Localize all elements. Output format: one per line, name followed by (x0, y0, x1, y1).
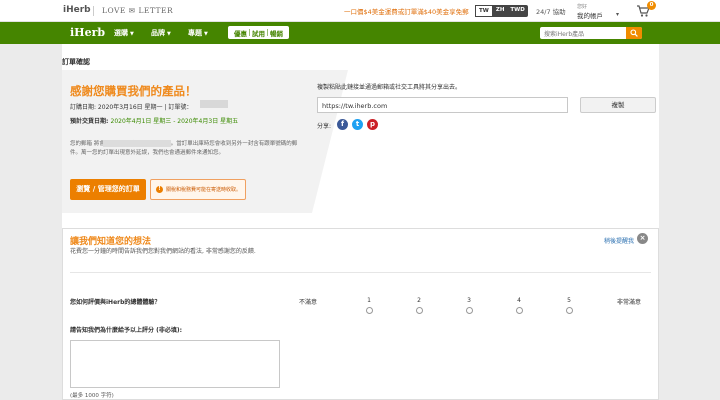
help-link[interactable]: 24/7 協助 (536, 6, 566, 16)
greeting: 您好 (577, 4, 588, 10)
chevron-down-icon[interactable]: ▾ (616, 11, 619, 18)
duties-notice-text: 關稅和稅務費可能在寄送時收取。 (166, 187, 242, 193)
nav-brands-label: 品牌 (151, 29, 165, 37)
info-icon: ! (156, 186, 163, 193)
order-number-redacted (200, 100, 228, 108)
search-icon (630, 29, 638, 37)
shipping-promo[interactable]: 一口價$4美金運費或訂單滿$40美金享免郵 (344, 6, 469, 16)
scale-number: 2 (417, 297, 421, 304)
nav-deals[interactable]: 優惠 (232, 28, 249, 38)
currency-twd[interactable]: TWD (507, 5, 527, 17)
cart-count-badge: 0 (647, 1, 656, 10)
love-letter-logo[interactable]: LOVE ✉ LETTER (102, 6, 173, 15)
survey-subtitle: 花費您一分鐘的時間告訴我們您對我們網站的看法, 非常感謝您的反饋. (70, 248, 256, 255)
iherb-logo[interactable]: iHerb (70, 26, 105, 39)
delivery-label: 預計交貨日期: (70, 118, 109, 125)
language-currency-selector[interactable]: TW ZH TWD (475, 5, 528, 17)
lang-zh[interactable]: ZH (493, 5, 508, 17)
nav-shop[interactable]: 選購 ▼ (114, 28, 134, 38)
scale-number: 5 (567, 297, 571, 304)
email-redacted (103, 140, 171, 147)
rating-radio-4[interactable] (516, 307, 523, 314)
nav-shop-label: 選購 (114, 29, 128, 37)
scale-number: 4 (517, 297, 521, 304)
iherb-logo-small[interactable]: iHerb (63, 5, 91, 15)
survey-divider (70, 272, 651, 273)
top-bar: iHerb LOVE ✉ LETTER 一口價$4美金運費或訂單滿$40美金享免… (0, 0, 720, 22)
nav-bestsellers[interactable]: 暢銷 (268, 28, 285, 38)
rating-radio-5[interactable] (566, 307, 573, 314)
chevron-down-icon: ▼ (204, 31, 208, 37)
share-label: 分享: (317, 123, 332, 130)
facebook-icon[interactable]: f (337, 119, 348, 130)
rating-radio-2[interactable] (416, 307, 423, 314)
manage-order-button[interactable]: 瀏覽 / 管理您的訂單 (70, 179, 146, 200)
pinterest-icon[interactable]: p (367, 119, 378, 130)
divider (93, 6, 94, 16)
chevron-down-icon: ▼ (167, 31, 171, 37)
close-icon[interactable]: × (637, 233, 648, 244)
nav-topics[interactable]: 專題 ▼ (188, 28, 208, 38)
max-chars-hint: (最多 1000 字符) (70, 393, 114, 399)
nav-trial[interactable]: 試用 (250, 28, 267, 38)
chevron-down-icon: ▼ (130, 31, 134, 37)
scale-low-label: 不滿意 (299, 299, 318, 306)
copy-button[interactable]: 複製 (580, 97, 656, 113)
nav-brands[interactable]: 品牌 ▼ (151, 28, 171, 38)
thank-you-heading: 感謝您購買我們的產品！ (70, 84, 197, 98)
nav-pill-group: 優惠 試用 暢銷 (228, 26, 289, 39)
lang-tw[interactable]: TW (475, 5, 493, 17)
order-date-number: 訂購日期: 2020年3月16日 星期一 | 訂單號： (70, 104, 193, 111)
nav-topics-label: 專題 (188, 29, 202, 37)
page-title: 訂單確認 (62, 58, 90, 66)
share-instructions: 複製粘貼此鏈接並通過郵箱或社交工具將其分享出去。 (317, 84, 462, 91)
search-button[interactable] (626, 27, 642, 39)
twitter-icon[interactable]: t (352, 119, 363, 130)
duties-notice: ! 關稅和稅務費可能在寄送時收取。 (150, 179, 246, 200)
main-nav: iHerb 選購 ▼ 品牌 ▼ 專題 ▼ 優惠 試用 暢銷 搜索iHerb產品 (0, 22, 720, 44)
delivery-value: 2020年4月1日 星期三 - 2020年4月3日 星期五 (110, 118, 239, 125)
overall-experience-question: 您如何評價與iHerb的總體體驗？ (70, 299, 161, 306)
share-url-field[interactable]: https://tw.iherb.com (317, 97, 568, 113)
scale-number: 3 (467, 297, 471, 304)
scale-high-label: 非常滿意 (617, 299, 642, 306)
estimated-delivery: 預計交貨日期: 2020年4月1日 星期三 - 2020年4月3日 星期五 (70, 116, 238, 125)
remind-later-link[interactable]: 稍後提醒我 (604, 236, 634, 245)
reason-textarea[interactable] (70, 340, 280, 388)
rating-radio-1[interactable] (366, 307, 373, 314)
panel-wedge (312, 70, 348, 213)
reason-question: 請告知我們為什麼給予以上評分 (非必填): (70, 327, 182, 334)
rating-radio-3[interactable] (466, 307, 473, 314)
scale-number: 1 (367, 297, 371, 304)
account-menu[interactable]: 我的帳戶 (577, 10, 603, 20)
